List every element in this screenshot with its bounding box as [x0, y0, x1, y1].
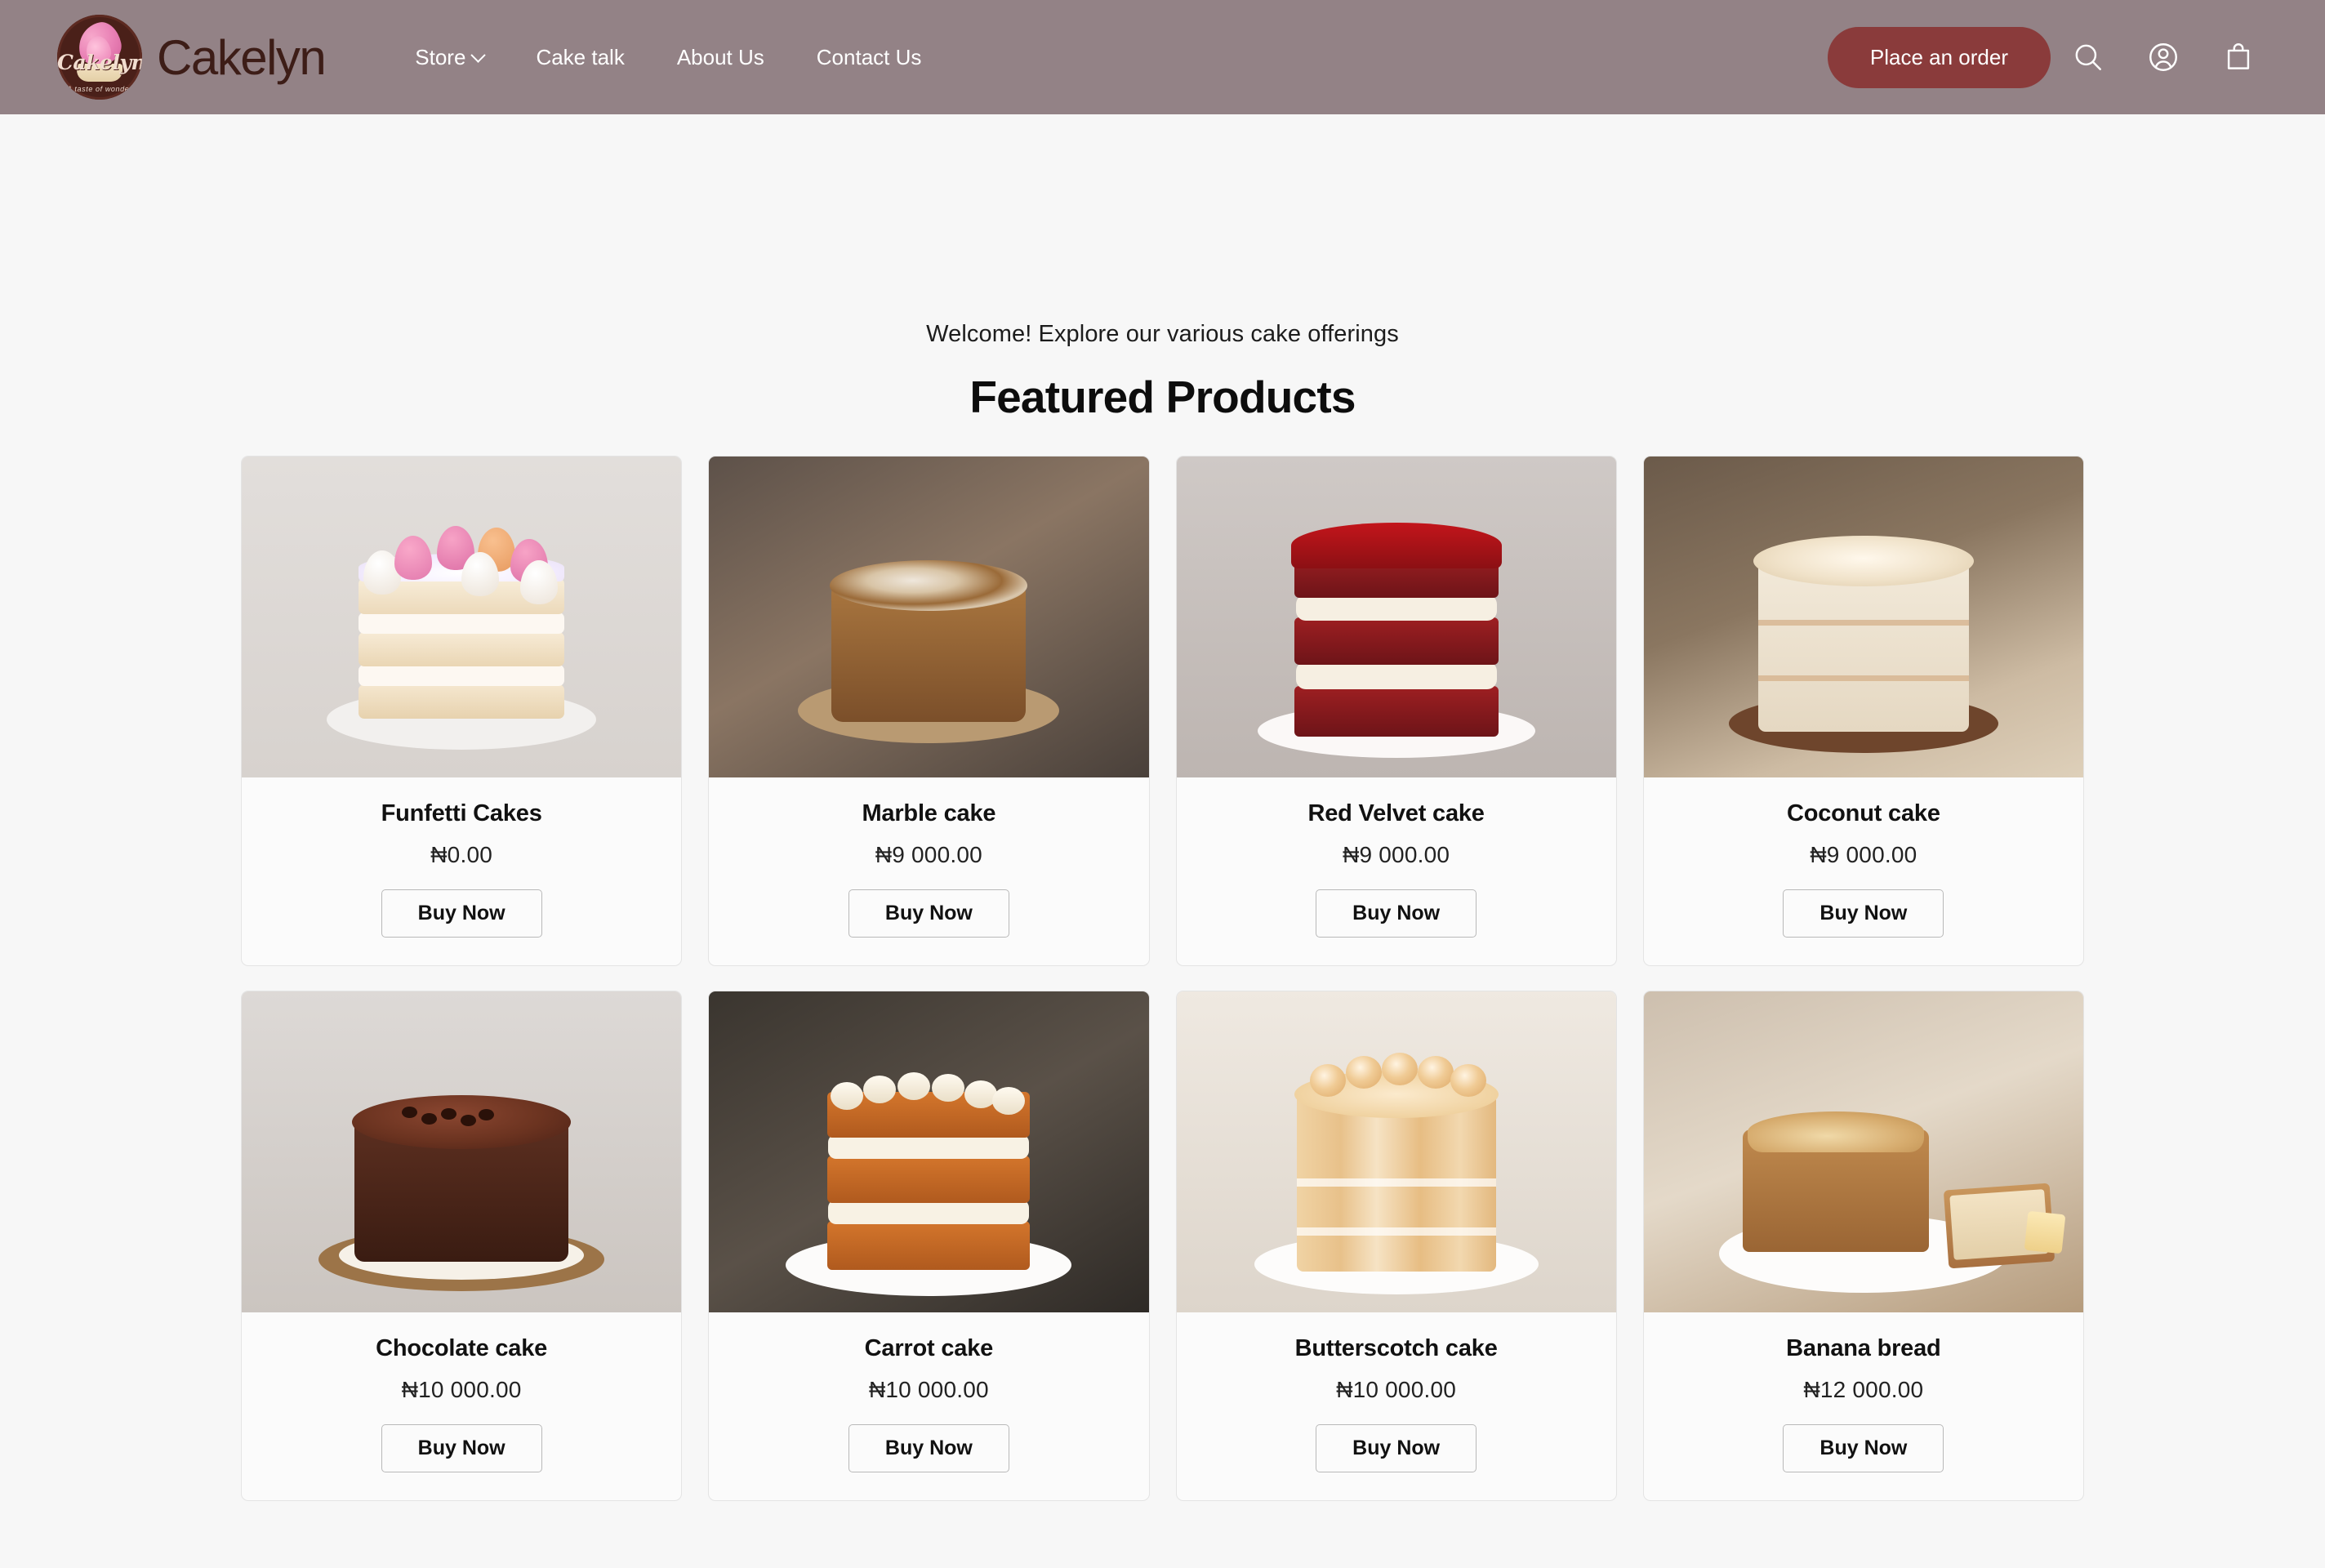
- brand-name: Cakelyn: [157, 29, 327, 85]
- product-name: Banana bread: [1786, 1335, 1941, 1361]
- product-name: Marble cake: [862, 800, 996, 826]
- product-card[interactable]: Banana bread ₦12 000.00 Buy Now: [1642, 991, 2084, 1501]
- product-price: ₦10 000.00: [1336, 1377, 1457, 1402]
- product-image-butterscotch-cake: [1176, 991, 1616, 1312]
- buy-now-button[interactable]: Buy Now: [381, 1424, 542, 1472]
- nav-item-label: Store: [415, 44, 466, 69]
- logo-tagline: A taste of wonder: [67, 85, 132, 93]
- nav-item-label: Contact Us: [816, 44, 922, 69]
- nav-item-contact-us[interactable]: Contact Us: [791, 37, 948, 78]
- product-name: Red Velvet cake: [1307, 800, 1485, 826]
- nav-item-store[interactable]: Store: [389, 37, 510, 78]
- product-image-banana-bread: [1643, 991, 2083, 1312]
- welcome-text: Welcome! Explore our various cake offeri…: [926, 321, 1399, 347]
- product-price: ₦9 000.00: [1810, 842, 1917, 867]
- account-button[interactable]: [2126, 20, 2201, 95]
- account-icon: [2149, 43, 2177, 71]
- page-title: Featured Products: [969, 372, 1356, 422]
- product-card[interactable]: Coconut cake ₦9 000.00 Buy Now: [1642, 456, 2084, 966]
- product-card[interactable]: Chocolate cake ₦10 000.00 Buy Now: [241, 991, 683, 1501]
- header-actions: Place an order: [1827, 20, 2276, 95]
- product-image-chocolate-cake: [242, 991, 682, 1312]
- product-price: ₦12 000.00: [1803, 1377, 1924, 1402]
- place-an-order-button[interactable]: Place an order: [1827, 26, 2051, 88]
- nav-item-about-us[interactable]: About Us: [651, 37, 791, 78]
- product-price: ₦9 000.00: [1343, 842, 1450, 867]
- buy-now-button[interactable]: Buy Now: [848, 1424, 1009, 1472]
- product-name: Carrot cake: [864, 1335, 994, 1361]
- main-content: Welcome! Explore our various cake offeri…: [0, 114, 2325, 1501]
- product-card[interactable]: Red Velvet cake ₦9 000.00 Buy Now: [1175, 456, 1617, 966]
- primary-nav: Store Cake talk About Us Contact Us: [389, 37, 947, 78]
- product-card[interactable]: Carrot cake ₦10 000.00 Buy Now: [708, 991, 1150, 1501]
- product-price: ₦10 000.00: [868, 1377, 989, 1402]
- product-name: Butterscotch cake: [1294, 1335, 1498, 1361]
- product-price: ₦10 000.00: [401, 1377, 522, 1402]
- product-card[interactable]: Butterscotch cake ₦10 000.00 Buy Now: [1175, 991, 1617, 1501]
- product-name: Coconut cake: [1786, 800, 1940, 826]
- cart-button[interactable]: [2201, 20, 2276, 95]
- buy-now-button[interactable]: Buy Now: [381, 889, 542, 938]
- product-image-carrot-cake: [709, 991, 1149, 1312]
- nav-item-label: Cake talk: [536, 44, 625, 69]
- product-price: ₦9 000.00: [875, 842, 982, 867]
- product-image-funfetti-cakes: [242, 457, 682, 777]
- chevron-down-icon: [470, 47, 487, 63]
- site-header: Cakelyn A taste of wonder Cakelyn Store …: [0, 0, 2325, 114]
- product-price: ₦0.00: [430, 842, 492, 867]
- buy-now-button[interactable]: Buy Now: [1316, 889, 1477, 938]
- product-image-marble-cake: [709, 457, 1149, 777]
- search-icon: [2075, 44, 2101, 70]
- product-image-red-velvet-cake: [1176, 457, 1616, 777]
- product-name: Funfetti Cakes: [381, 800, 542, 826]
- cakelyn-logo-icon: Cakelyn A taste of wonder: [57, 15, 142, 100]
- buy-now-button[interactable]: Buy Now: [1783, 1424, 1944, 1472]
- buy-now-button[interactable]: Buy Now: [1783, 889, 1944, 938]
- featured-products-grid: Funfetti Cakes ₦0.00 Buy Now Marble cake…: [241, 456, 2084, 1501]
- product-image-coconut-cake: [1643, 457, 2083, 777]
- brand-logo-link[interactable]: Cakelyn A taste of wonder Cakelyn: [57, 15, 327, 100]
- cart-icon: [2227, 43, 2250, 69]
- buy-now-button[interactable]: Buy Now: [848, 889, 1009, 938]
- logo-script-text: Cakelyn: [57, 51, 142, 74]
- nav-item-cake-talk[interactable]: Cake talk: [510, 37, 650, 78]
- product-name: Chocolate cake: [376, 1335, 548, 1361]
- buy-now-button[interactable]: Buy Now: [1316, 1424, 1477, 1472]
- product-card[interactable]: Funfetti Cakes ₦0.00 Buy Now: [241, 456, 683, 966]
- product-card[interactable]: Marble cake ₦9 000.00 Buy Now: [708, 456, 1150, 966]
- nav-item-label: About Us: [676, 44, 764, 69]
- search-button[interactable]: [2051, 20, 2126, 95]
